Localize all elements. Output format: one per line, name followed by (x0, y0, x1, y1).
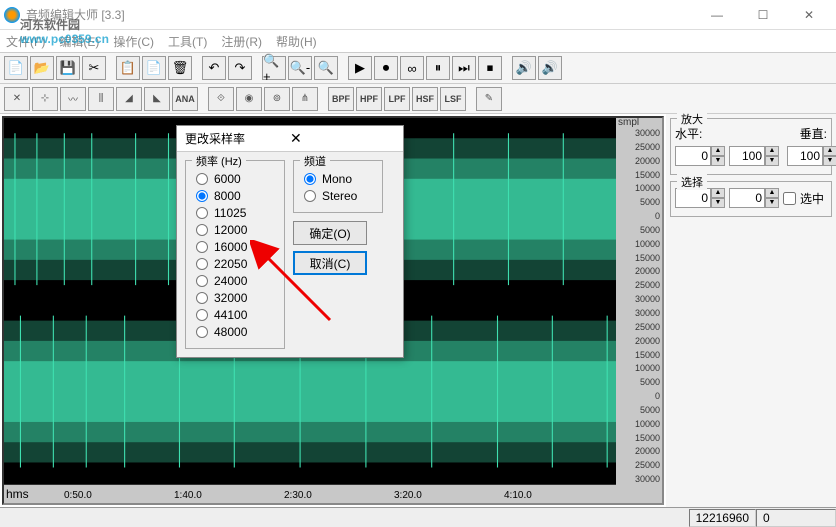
select-group: 选择 ▲▼ ▲▼ 选中 (670, 181, 832, 217)
copy-button[interactable]: 📋 (116, 56, 140, 80)
delete-button[interactable]: 🗑 (168, 56, 192, 80)
menu-operate[interactable]: 操作(C) (113, 33, 154, 50)
paste-button[interactable]: 📄 (142, 56, 166, 80)
menu-file[interactable]: 文件(F) (6, 33, 45, 50)
open-button[interactable]: 📂 (30, 56, 54, 80)
window-title: 音频编辑大师 [3.3] (26, 6, 694, 23)
new-button[interactable]: 📄 (4, 56, 28, 80)
fx-hpf[interactable]: HPF (356, 87, 382, 111)
vert-spin[interactable]: ▲▼ (787, 146, 836, 166)
play-button[interactable]: ▶ (348, 56, 372, 80)
loop-button[interactable]: ∞ (400, 56, 424, 80)
radio-freq-48000[interactable]: 48000 (196, 325, 274, 339)
resample-dialog: 更改采样率 ✕ 频率 (Hz) 600080001102512000160002… (176, 125, 404, 358)
ruler-horizontal: hms 0:50.01:40.02:30.03:20.04:10.0 (4, 485, 616, 503)
fx-ana[interactable]: ANA (172, 87, 198, 111)
zoom-out-button[interactable]: 🔍- (288, 56, 312, 80)
sel-start-spin[interactable]: ▲▼ (675, 188, 725, 208)
fx-pen[interactable]: ✎ (476, 87, 502, 111)
record-button[interactable]: ⏺ (374, 56, 398, 80)
status-pos: 12216960 (689, 509, 756, 527)
frequency-fieldset: 频率 (Hz) 60008000110251200016000220502400… (185, 160, 285, 349)
fx-5[interactable]: ◢ (116, 87, 142, 111)
fx-hsf[interactable]: HSF (412, 87, 438, 111)
maximize-button[interactable]: ☐ (740, 0, 786, 30)
skip-button[interactable]: ⏭ (452, 56, 476, 80)
close-button[interactable]: ✕ (786, 0, 832, 30)
radio-freq-8000[interactable]: 8000 (196, 189, 274, 203)
undo-button[interactable]: ↶ (202, 56, 226, 80)
fx-6[interactable]: ◣ (144, 87, 170, 111)
cut-button[interactable]: ✂ (82, 56, 106, 80)
vert-label: 垂直: (800, 125, 827, 142)
horiz-end-spin[interactable]: ▲▼ (729, 146, 779, 166)
save-button[interactable]: 💾 (56, 56, 80, 80)
radio-freq-24000[interactable]: 24000 (196, 274, 274, 288)
dialog-title: 更改采样率 (185, 130, 290, 147)
fx-2[interactable]: ⊹ (32, 87, 58, 111)
radio-freq-11025[interactable]: 11025 (196, 206, 274, 220)
radio-freq-32000[interactable]: 32000 (196, 291, 274, 305)
ok-button[interactable]: 确定(O) (293, 221, 367, 245)
radio-freq-16000[interactable]: 16000 (196, 240, 274, 254)
speaker-left-icon[interactable]: 🔊 (512, 56, 536, 80)
redo-button[interactable]: ↷ (228, 56, 252, 80)
dialog-titlebar[interactable]: 更改采样率 ✕ (177, 126, 403, 152)
zoom-fit-button[interactable]: 🔍 (314, 56, 338, 80)
horiz-label: 水平: (675, 125, 702, 142)
ruler-vertical: smpl 30000250002000015000100005000050001… (616, 118, 662, 503)
pause-button[interactable]: ⏸ (426, 56, 450, 80)
status-total: 0 (756, 509, 836, 527)
fx-lpf[interactable]: LPF (384, 87, 410, 111)
dialog-close-button[interactable]: ✕ (290, 130, 395, 147)
fx-1[interactable]: ✕ (4, 87, 30, 111)
statusbar: 12216960 0 (0, 507, 836, 527)
radio-stereo[interactable]: Stereo (304, 189, 372, 203)
radio-freq-12000[interactable]: 12000 (196, 223, 274, 237)
menu-help[interactable]: 帮助(H) (276, 33, 317, 50)
horiz-start-spin[interactable]: ▲▼ (675, 146, 725, 166)
sel-end-spin[interactable]: ▲▼ (729, 188, 779, 208)
channel-fieldset: 频道 Mono Stereo (293, 160, 383, 213)
zoom-group: 放大 水平: 垂直: ▲▼ ▲▼ ▲▼ (670, 118, 832, 175)
cancel-button[interactable]: 取消(C) (293, 251, 367, 275)
radio-mono[interactable]: Mono (304, 172, 372, 186)
sel-checkbox[interactable]: 选中 (783, 190, 824, 207)
menu-edit[interactable]: 编辑(E) (59, 33, 99, 50)
titlebar: 音频编辑大师 [3.3] — ☐ ✕ (0, 0, 836, 30)
menu-register[interactable]: 注册(R) (221, 33, 262, 50)
fx-9[interactable]: ⊚ (264, 87, 290, 111)
radio-freq-22050[interactable]: 22050 (196, 257, 274, 271)
radio-freq-6000[interactable]: 6000 (196, 172, 274, 186)
fx-10[interactable]: ⋔ (292, 87, 318, 111)
fx-bpf[interactable]: BPF (328, 87, 354, 111)
right-panel: 放大 水平: 垂直: ▲▼ ▲▼ ▲▼ 选择 ▲▼ ▲▼ 选中 (666, 114, 836, 507)
menubar: 文件(F) 编辑(E) 操作(C) 工具(T) 注册(R) 帮助(H) (0, 30, 836, 52)
fx-3[interactable]: 〰 (60, 87, 86, 111)
fx-lsf[interactable]: LSF (440, 87, 466, 111)
fx-7[interactable]: ⟐ (208, 87, 234, 111)
fx-8[interactable]: ◉ (236, 87, 262, 111)
zoom-in-button[interactable]: 🔍+ (262, 56, 286, 80)
fx-4[interactable]: ⫼ (88, 87, 114, 111)
toolbar-main: 📄 📂 💾 ✂ 📋 📄 🗑 ↶ ↷ 🔍+ 🔍- 🔍 ▶ ⏺ ∞ ⏸ ⏭ ⏹ 🔊 … (0, 52, 836, 84)
menu-tools[interactable]: 工具(T) (168, 33, 207, 50)
stop-button[interactable]: ⏹ (478, 56, 502, 80)
speaker-right-icon[interactable]: 🔊 (538, 56, 562, 80)
minimize-button[interactable]: — (694, 0, 740, 30)
radio-freq-44100[interactable]: 44100 (196, 308, 274, 322)
toolbar-effects: ✕ ⊹ 〰 ⫼ ◢ ◣ ANA ⟐ ◉ ⊚ ⋔ BPF HPF LPF HSF … (0, 84, 836, 114)
app-icon (4, 7, 20, 23)
